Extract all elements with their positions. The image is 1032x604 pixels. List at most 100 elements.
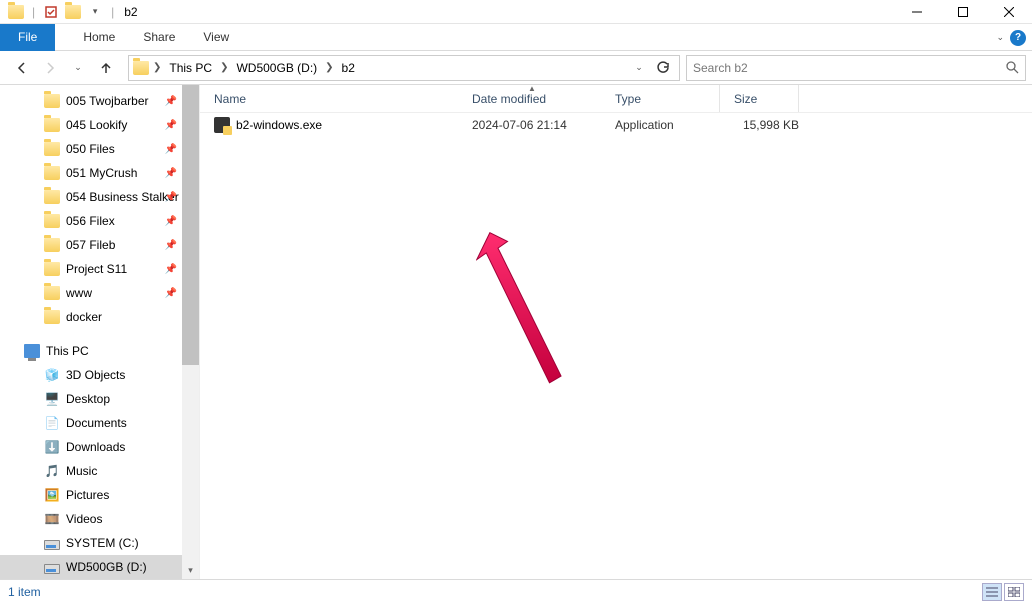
file-row[interactable]: b2-windows.exe 2024-07-06 21:14 Applicat… [200,113,1032,137]
sidebar-item[interactable]: 051 MyCrush📌 [0,161,199,185]
view-icons-button[interactable] [1004,583,1024,601]
disk-icon [44,564,60,574]
qat-properties-icon[interactable] [43,4,59,20]
breadcrumb-this-pc[interactable]: This PC [165,56,216,80]
documents-icon: 📄 [44,415,60,431]
tab-home[interactable]: Home [69,24,129,51]
file-view: Name ▲ Date modified Type Size b2-window… [200,85,1032,579]
folder-icon [44,238,60,252]
sidebar-item[interactable]: 050 Files 📌 [0,137,199,161]
pictures-icon: 🖼️ [44,487,60,503]
back-button[interactable] [10,55,34,81]
folder-icon [44,94,60,108]
sidebar-item-label: Downloads [66,440,125,454]
sidebar-item[interactable]: docker [0,305,199,329]
music-icon: 🎵 [44,463,60,479]
folder-icon [8,4,24,20]
sidebar-item[interactable]: 🎞️Videos [0,507,199,531]
file-name: b2-windows.exe [236,118,322,132]
file-type: Application [601,118,719,132]
folder-icon [44,262,60,276]
sidebar-item-label: Music [66,464,97,478]
chevron-right-icon[interactable]: ❯ [323,62,335,73]
folder-icon [44,166,60,180]
breadcrumb-drive[interactable]: WD500GB (D:) [232,56,321,80]
sidebar-item[interactable]: 045 Lookify📌 [0,113,199,137]
chevron-right-icon[interactable]: ❯ [218,62,230,73]
pin-icon: 📌 [165,216,177,227]
file-list[interactable]: b2-windows.exe 2024-07-06 21:14 Applicat… [200,113,1032,579]
desktop-icon: 🖥️ [44,391,60,407]
help-button[interactable]: ? [1010,30,1026,46]
sidebar-item[interactable]: 🖼️ Pictures [0,483,199,507]
window-title: b2 [124,5,137,19]
sidebar-item[interactable]: 054 Business Stalker📌 [0,185,199,209]
forward-button[interactable] [38,55,62,81]
search-input[interactable]: Search b2 [686,55,1026,81]
folder-icon [44,286,60,300]
history-dropdown[interactable]: ⌄ [66,55,90,81]
pin-icon: 📌 [165,144,177,155]
address-dropdown[interactable]: ⌄ [627,56,651,80]
maximize-button[interactable] [940,0,986,24]
qat-customize-dropdown[interactable]: ▾ [87,4,103,20]
navigation-pane: 005 Twojbarber📌 045 Lookify📌 050 Files📌 … [0,85,200,579]
sidebar-item-label: 054 Business Stalker [66,190,179,204]
search-icon [1005,60,1019,77]
column-size[interactable]: Size [719,85,799,112]
sidebar-item-label: www [66,286,92,300]
folder-icon [44,190,60,204]
view-details-button[interactable] [982,583,1002,601]
sidebar-item-current[interactable]: WD500GB (D:) [0,555,199,579]
sidebar-item[interactable]: SYSTEM (C:) [0,531,199,555]
column-name[interactable]: Name [200,85,458,112]
sidebar-item[interactable]: 057 Fileb📌 [0,233,199,257]
sidebar-item[interactable]: Project S11📌 [0,257,199,281]
exe-icon [214,117,230,133]
sidebar-item-label: Videos [66,512,102,526]
breadcrumb-label: WD500GB (D:) [236,61,317,75]
ribbon-tabs: File Home Share View ⌄ ? [0,24,1032,51]
pin-icon: 📌 [165,96,177,107]
column-type[interactable]: Type [601,85,719,112]
folder-icon [44,310,60,324]
minimize-button[interactable] [894,0,940,24]
sidebar-item[interactable]: 🖥️ Desktop [0,387,199,411]
sidebar-item-label: Pictures [66,488,109,502]
sidebar-item[interactable]: 056 Filex📌 [0,209,199,233]
sidebar-item[interactable]: www📌 [0,281,199,305]
file-menu-button[interactable]: File [0,24,55,51]
separator: | [111,5,114,19]
sidebar-this-pc[interactable]: This PC [0,339,199,363]
status-count: 1 item [8,585,41,599]
ribbon-expand-icon[interactable]: ⌄ [996,32,1004,43]
sidebar-item[interactable]: 005 Twojbarber📌 [0,89,199,113]
disk-icon [44,540,60,550]
up-button[interactable] [94,55,118,81]
chevron-right-icon[interactable]: ❯ [151,62,163,73]
sidebar-item-label: Desktop [66,392,110,406]
downloads-icon: ⬇️ [44,439,60,455]
file-size: 15,998 KB [719,118,799,132]
refresh-button[interactable] [651,56,675,80]
sidebar-item-label: SYSTEM (C:) [66,536,139,550]
scrollbar-down[interactable]: ▾ [182,562,199,579]
sidebar-item[interactable]: 🧊3D Objects [0,363,199,387]
scrollbar-thumb[interactable] [182,85,199,365]
tab-view[interactable]: View [189,24,243,51]
pin-icon: 📌 [165,192,177,203]
address-bar[interactable]: ❯ This PC ❯ WD500GB (D:) ❯ b2 ⌄ [128,55,680,81]
qat-newfolder-icon[interactable] [65,4,81,20]
tab-share[interactable]: Share [129,24,189,51]
navigation-bar: ⌄ ❯ This PC ❯ WD500GB (D:) ❯ b2 ⌄ Search… [0,51,1032,85]
breadcrumb-folder[interactable]: b2 [338,56,359,80]
pc-icon [24,344,40,358]
sidebar-item[interactable]: ⬇️ Downloads [0,435,199,459]
close-button[interactable] [986,0,1032,24]
folder-icon [44,118,60,132]
search-placeholder: Search b2 [693,61,748,75]
nav-tree: 005 Twojbarber📌 045 Lookify📌 050 Files📌 … [0,85,199,579]
sidebar-item-label: 050 Files [66,142,115,156]
sidebar-item[interactable]: 🎵 Music [0,459,199,483]
sidebar-item[interactable]: 📄Documents [0,411,199,435]
